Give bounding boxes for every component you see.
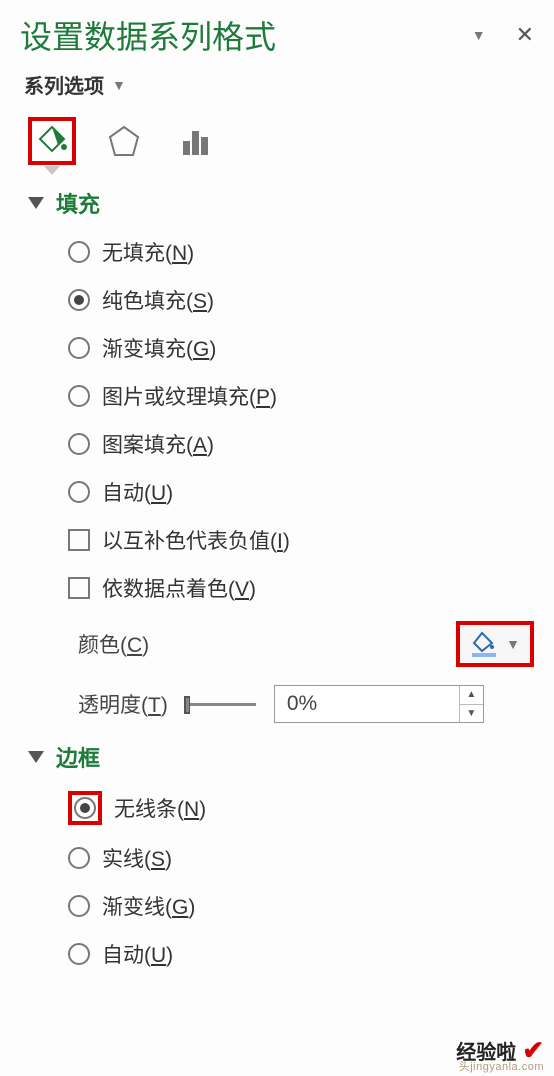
- radio-icon: [68, 943, 90, 965]
- paint-bucket-icon: [34, 123, 70, 159]
- checkbox-icon: [68, 529, 90, 551]
- paint-bucket-color-icon: [470, 631, 498, 657]
- bar-chart-icon: [178, 123, 214, 159]
- radio-icon: [68, 433, 90, 455]
- border-section-header[interactable]: 边框: [28, 741, 534, 773]
- fill-color-button[interactable]: ▼: [456, 621, 534, 667]
- fill-option-vary-by-point[interactable]: 依数据点着色(V): [68, 573, 534, 603]
- pentagon-icon: [106, 123, 142, 159]
- color-label: 颜色(C): [78, 629, 149, 659]
- spinner-down-icon[interactable]: ▼: [460, 705, 483, 723]
- fill-option-none[interactable]: 无填充(N): [68, 237, 534, 267]
- radio-icon: [68, 241, 90, 263]
- tab-effects[interactable]: [100, 117, 148, 165]
- fill-option-invert-negative[interactable]: 以互补色代表负值(I): [68, 525, 534, 555]
- border-option-gradient[interactable]: 渐变线(G): [68, 891, 534, 921]
- radio-icon: [68, 847, 90, 869]
- transparency-value[interactable]: 0%: [275, 686, 459, 722]
- fill-section-title: 填充: [56, 187, 100, 219]
- tab-series-options[interactable]: [172, 117, 220, 165]
- radio-icon: [68, 337, 90, 359]
- checkbox-icon: [68, 577, 90, 599]
- fill-option-auto[interactable]: 自动(U): [68, 477, 534, 507]
- series-options-label: 系列选项: [24, 70, 104, 99]
- tab-fill-line[interactable]: [28, 117, 76, 165]
- border-option-solid[interactable]: 实线(S): [68, 843, 534, 873]
- radio-icon: [68, 385, 90, 407]
- collapse-triangle-icon: [28, 197, 44, 209]
- fill-option-pattern[interactable]: 图案填充(A): [68, 429, 534, 459]
- chevron-down-icon: ▼: [112, 77, 126, 93]
- collapse-triangle-icon: [28, 751, 44, 763]
- radio-icon: [68, 481, 90, 503]
- border-section-title: 边框: [56, 741, 100, 773]
- transparency-spinner[interactable]: 0% ▲ ▼: [274, 685, 484, 723]
- watermark-url: 头jingyanla.com: [459, 1058, 544, 1074]
- spinner-up-icon[interactable]: ▲: [460, 686, 483, 705]
- close-icon[interactable]: ✕: [516, 22, 534, 48]
- fill-section-header[interactable]: 填充: [28, 187, 534, 219]
- chevron-down-icon: ▼: [506, 636, 520, 652]
- radio-checked-icon: [68, 289, 90, 311]
- panel-menu-arrow[interactable]: ▼: [472, 27, 486, 43]
- fill-option-solid[interactable]: 纯色填充(S): [68, 285, 534, 315]
- fill-option-gradient[interactable]: 渐变填充(G): [68, 333, 534, 363]
- transparency-label: 透明度(T): [78, 689, 168, 719]
- transparency-slider[interactable]: [186, 703, 256, 706]
- radio-icon: [68, 895, 90, 917]
- border-option-auto[interactable]: 自动(U): [68, 939, 534, 969]
- border-option-none[interactable]: 无线条(N): [68, 791, 534, 825]
- fill-option-picture[interactable]: 图片或纹理填充(P): [68, 381, 534, 411]
- series-options-dropdown[interactable]: 系列选项 ▼: [24, 70, 534, 99]
- panel-title: 设置数据系列格式: [20, 12, 276, 58]
- radio-checked-icon: [74, 797, 96, 819]
